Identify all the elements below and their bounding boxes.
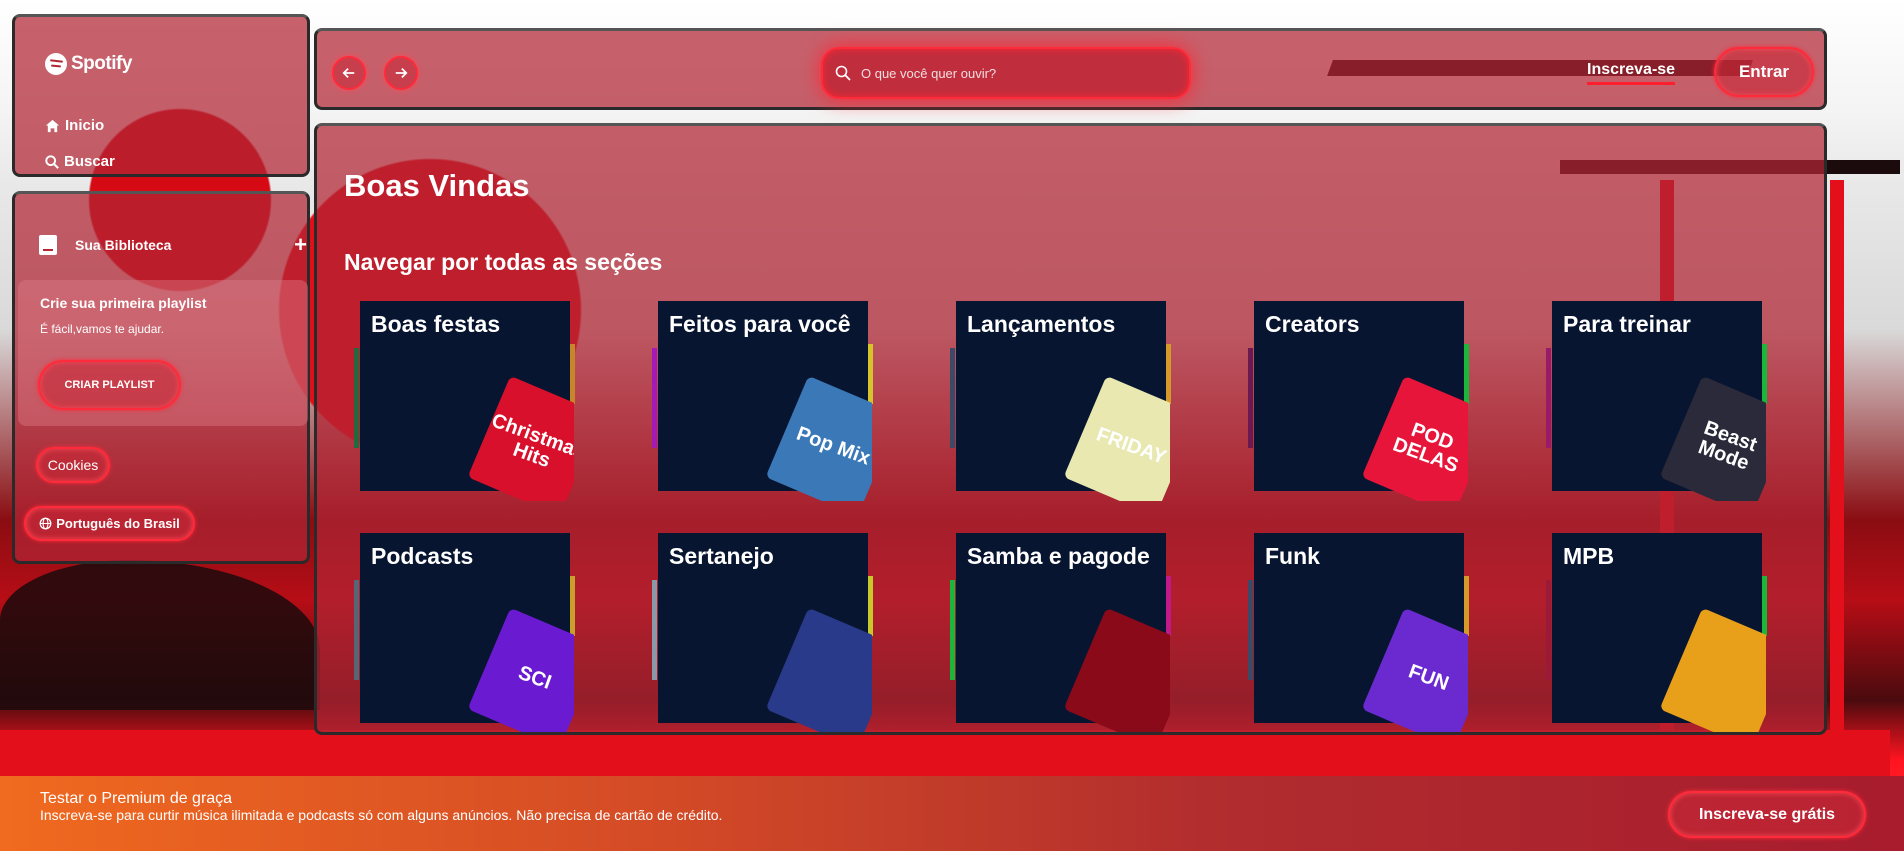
card-cover-art: Beast Mode [1659, 375, 1766, 501]
search-icon [45, 154, 59, 169]
background-red-ground [0, 730, 1890, 776]
category-card[interactable]: Beast Mode Para treinar [1546, 301, 1767, 501]
card-cover-text: Pop Mix [793, 422, 872, 470]
language-button[interactable]: Português do Brasil [24, 506, 195, 541]
card-title: Samba e pagode [967, 543, 1150, 569]
card-cover-text: Beast Mode [1695, 416, 1760, 475]
search-input[interactable] [861, 65, 1161, 81]
category-card[interactable]: Sertanejo [652, 533, 873, 732]
card-cover-text: FUN [1405, 660, 1453, 696]
card-title: Boas festas [371, 311, 501, 337]
spotify-logo-icon [45, 53, 67, 75]
home-icon [45, 119, 60, 132]
create-playlist-button[interactable]: CRIAR PLAYLIST [38, 360, 181, 410]
card-stripe-left [1248, 348, 1253, 448]
main-content: Boas Vindas Navegar por todas as seções … [314, 123, 1827, 735]
globe-icon [39, 517, 52, 530]
category-card[interactable]: POD DELAS Creators [1248, 301, 1469, 501]
card-title: MPB [1563, 543, 1615, 569]
login-button[interactable]: Entrar [1714, 47, 1814, 97]
category-card[interactable]: Christmas Hits Boas festas [354, 301, 575, 501]
background-pillar-2 [1830, 180, 1844, 740]
card-cover-art: Pop Mix [765, 375, 872, 501]
forward-button[interactable] [384, 56, 418, 90]
category-card[interactable]: Pop Mix Feitos para você [652, 301, 873, 501]
banner-subtitle: Inscreva-se para curtir música ilimitada… [40, 807, 723, 823]
card-stripe-left [354, 348, 359, 448]
arrow-left-icon [342, 68, 355, 78]
card-cover-art [1659, 607, 1766, 732]
library-title[interactable]: Sua Biblioteca [75, 237, 294, 253]
banner-title: Testar o Premium de graça [40, 790, 233, 807]
card-title: Lançamentos [967, 311, 1116, 337]
search-box[interactable] [821, 47, 1191, 99]
card-stripe-left [652, 580, 657, 680]
card-cover-art [1063, 607, 1170, 732]
nav-home-label: Inicio [65, 117, 105, 134]
card-cover-text: POD DELAS [1389, 418, 1462, 478]
card-cover-art: SCI [467, 607, 574, 732]
section-title: Navegar por todas as seções [344, 249, 663, 275]
card-title: Podcasts [371, 543, 474, 569]
library-header: Sua Biblioteca + [39, 232, 307, 258]
premium-banner: Testar o Premium de graça Inscreva-se pa… [0, 776, 1904, 851]
category-card[interactable]: MPB [1546, 533, 1767, 732]
nav-item-home[interactable]: Inicio [45, 117, 104, 134]
signup-free-button[interactable]: Inscreva-se grátis [1668, 791, 1866, 838]
card-title: Feitos para você [669, 311, 851, 337]
card-stripe-left [950, 580, 955, 680]
sidebar-library-panel: Sua Biblioteca + Crie sua primeira playl… [12, 191, 310, 564]
library-book-icon [39, 235, 57, 255]
search-icon [835, 65, 851, 81]
card-cover-art: FRIDAY [1063, 375, 1170, 501]
logo-text: Spotify [71, 53, 132, 74]
card-cover-text: FRIDAY [1093, 423, 1169, 469]
card-cover-art [765, 607, 872, 732]
sidebar-nav-panel: Spotify Inicio Buscar [12, 14, 310, 177]
language-label: Português do Brasil [56, 516, 180, 531]
nav-search-label: Buscar [64, 153, 115, 170]
create-playlist-subtitle: É fácil,vamos te ajudar. [40, 322, 165, 336]
back-button[interactable] [332, 56, 366, 90]
background-dark-trees [0, 560, 320, 710]
card-cover-art: POD DELAS [1361, 375, 1468, 501]
category-card[interactable]: Samba e pagode [950, 533, 1171, 732]
card-title: Sertanejo [669, 543, 774, 569]
create-playlist-title: Crie sua primeira playlist [40, 295, 207, 311]
card-stripe-left [1248, 580, 1253, 680]
card-title: Para treinar [1563, 311, 1691, 337]
top-bar: Inscreva-se Entrar [314, 28, 1827, 110]
create-playlist-card: Crie sua primeira playlist É fácil,vamos… [18, 280, 308, 426]
arrow-right-icon [395, 68, 408, 78]
add-playlist-plus-icon[interactable]: + [294, 232, 307, 258]
card-cover-art: Christmas Hits [467, 375, 574, 501]
card-stripe-left [950, 348, 955, 448]
card-cover-text: Christmas Hits [488, 409, 574, 473]
card-stripe-left [1546, 580, 1551, 680]
category-card[interactable]: SCI Podcasts [354, 533, 575, 732]
signup-link[interactable]: Inscreva-se [1587, 61, 1676, 85]
card-cover-art: FUN [1361, 607, 1468, 732]
page-title: Boas Vindas [344, 168, 530, 203]
card-title: Funk [1265, 543, 1320, 569]
card-stripe-left [652, 348, 657, 448]
spotify-logo[interactable]: Spotify [45, 53, 132, 75]
card-cover-text: SCI [515, 661, 555, 695]
nav-item-search[interactable]: Buscar [45, 153, 115, 170]
category-card[interactable]: FUN Funk [1248, 533, 1469, 732]
card-title: Creators [1265, 311, 1360, 337]
card-stripe-left [1546, 348, 1551, 448]
card-stripe-left [354, 580, 359, 680]
cookies-button[interactable]: Cookies [36, 447, 110, 483]
category-card[interactable]: FRIDAY Lançamentos [950, 301, 1171, 501]
